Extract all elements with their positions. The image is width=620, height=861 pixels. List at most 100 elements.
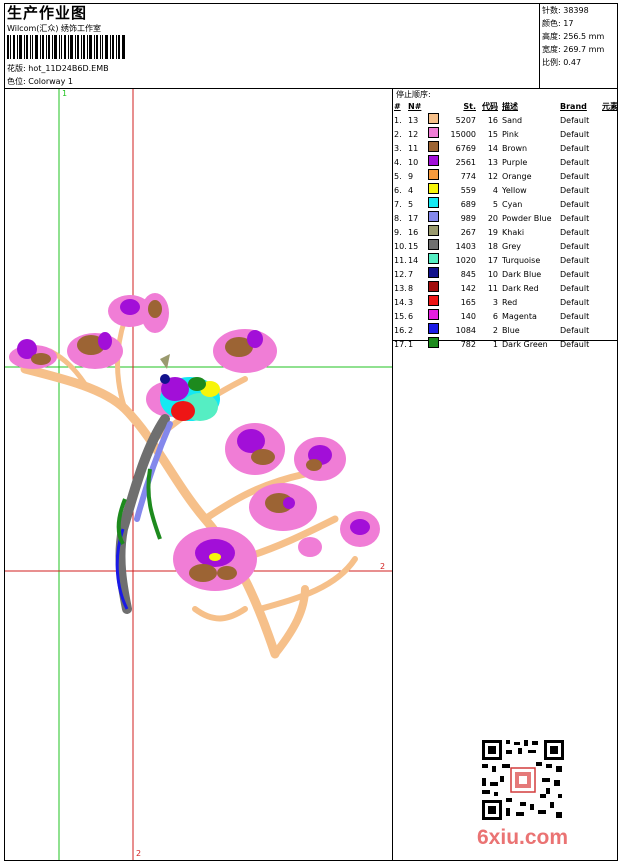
- thread-element: [596, 169, 618, 183]
- thread-swatch: [428, 113, 442, 127]
- thread-description: Magenta: [502, 311, 537, 321]
- thread-swatch: [428, 309, 442, 323]
- thread-table: # N# St. 代码 描述 Brand 元素 1. 13 5207 16 Sand De…: [394, 100, 618, 351]
- thread-description: Grey: [502, 241, 521, 251]
- color-swatch-icon: [428, 225, 439, 236]
- thread-index: 11.: [394, 255, 407, 265]
- col-code: 代码: [482, 102, 498, 111]
- thread-description: Powder Blue: [502, 213, 552, 223]
- design-canvas: 1 2 2: [5, 89, 392, 860]
- page-title: 生产作业图: [7, 4, 88, 22]
- thread-stitches: 2561: [455, 157, 476, 167]
- thread-code: 5: [492, 199, 498, 209]
- thread-code: 15: [487, 129, 498, 139]
- thread-row: 14. 3 165 3 Red Default: [394, 295, 618, 309]
- branch-artwork: [20, 316, 358, 659]
- thread-stitches: 5207: [455, 115, 476, 125]
- thread-row: 15. 6 140 6 Magenta Default: [394, 309, 618, 323]
- thread-swatch: [428, 141, 442, 155]
- thread-row: 17. 1 782 1 Dark Green Default: [394, 337, 618, 351]
- thread-stitches: 774: [460, 171, 476, 181]
- thread-element: [596, 309, 618, 323]
- thread-code: 10: [487, 269, 498, 279]
- color-swatch-icon: [428, 113, 439, 124]
- thread-element: [596, 113, 618, 127]
- thread-needle: 3: [408, 297, 414, 307]
- colorway-label: 色位:: [7, 77, 26, 86]
- col-element: 元素: [602, 102, 618, 111]
- thread-index: 8.: [394, 213, 402, 223]
- thread-needle: 8: [408, 283, 414, 293]
- company-name: Wilcom(汇众) 绣饰工作室: [7, 24, 102, 33]
- thread-row: 3. 11 6769 14 Brown Default: [394, 141, 618, 155]
- thread-code: 11: [487, 283, 498, 293]
- thread-description: Khaki: [502, 227, 525, 237]
- thread-brand: Default: [560, 171, 590, 181]
- thread-stitches: 267: [460, 227, 476, 237]
- thread-swatch: [428, 239, 442, 253]
- col-stitches: St.: [463, 102, 476, 111]
- thread-swatch: [428, 183, 442, 197]
- thread-brand: Default: [560, 115, 590, 125]
- design-stats: 针数: 38398 颜色: 17 高度: 256.5 mm 宽度: 269.7 …: [542, 4, 604, 69]
- canvas-divider: [392, 88, 393, 861]
- color-swatch-icon: [428, 183, 439, 194]
- thread-code: 20: [487, 213, 498, 223]
- barcode-icon: [7, 35, 125, 59]
- thread-row: 11. 14 1020 17 Turquoise Default: [394, 253, 618, 267]
- thread-stitches: 689: [460, 199, 476, 209]
- green-guide-label: 1: [62, 89, 67, 98]
- thread-brand: Default: [560, 311, 590, 321]
- thread-index: 7.: [394, 199, 402, 209]
- thread-needle: 13: [408, 115, 419, 125]
- color-swatch-icon: [428, 267, 439, 278]
- thread-swatch: [428, 295, 442, 309]
- thread-brand: Default: [560, 339, 590, 349]
- thread-description: Pink: [502, 129, 519, 139]
- thread-description: Cyan: [502, 199, 523, 209]
- thread-code: 6: [492, 311, 498, 321]
- color-swatch-icon: [428, 197, 439, 208]
- thread-index: 1.: [394, 115, 402, 125]
- thread-row: 13. 8 142 11 Dark Red Default: [394, 281, 618, 295]
- color-swatch-icon: [428, 127, 439, 138]
- thread-row: 6. 4 559 4 Yellow Default: [394, 183, 618, 197]
- thread-stitches: 1403: [455, 241, 476, 251]
- thread-needle: 15: [408, 241, 419, 251]
- thread-swatch: [428, 337, 442, 351]
- col-needle: N#: [408, 102, 422, 111]
- thread-swatch: [428, 169, 442, 183]
- thread-stitches: 989: [460, 213, 476, 223]
- thread-description: Purple: [502, 157, 528, 167]
- thread-table-header: # N# St. 代码 描述 Brand 元素: [394, 100, 618, 113]
- color-swatch-icon: [428, 253, 439, 264]
- thread-description: Brown: [502, 143, 528, 153]
- thread-element: [596, 183, 618, 197]
- stitch-count: 针数: 38398: [542, 6, 589, 15]
- color-swatch-icon: [428, 337, 439, 348]
- thread-element: [596, 253, 618, 267]
- thread-row: 2. 12 15000 15 Pink Default: [394, 127, 618, 141]
- thread-stitches: 140: [460, 311, 476, 321]
- thread-needle: 5: [408, 199, 414, 209]
- thread-code: 17: [487, 255, 498, 265]
- thread-index: 6.: [394, 185, 402, 195]
- color-count: 颜色: 17: [542, 19, 574, 28]
- thread-swatch: [428, 323, 442, 337]
- thread-brand: Default: [560, 185, 590, 195]
- thread-code: 14: [487, 143, 498, 153]
- thread-code: 13: [487, 157, 498, 167]
- thread-index: 14.: [394, 297, 407, 307]
- thread-element: [596, 197, 618, 211]
- thread-index: 9.: [394, 227, 402, 237]
- thread-index: 2.: [394, 129, 402, 139]
- thread-index: 17.: [394, 339, 407, 349]
- flower-artwork: [9, 293, 380, 591]
- thread-needle: 16: [408, 227, 419, 237]
- thread-needle: 7: [408, 269, 414, 279]
- color-swatch-icon: [428, 281, 439, 292]
- thread-description: Sand: [502, 115, 523, 125]
- thread-needle: 4: [408, 185, 414, 195]
- thread-brand: Default: [560, 129, 590, 139]
- thread-index: 16.: [394, 325, 407, 335]
